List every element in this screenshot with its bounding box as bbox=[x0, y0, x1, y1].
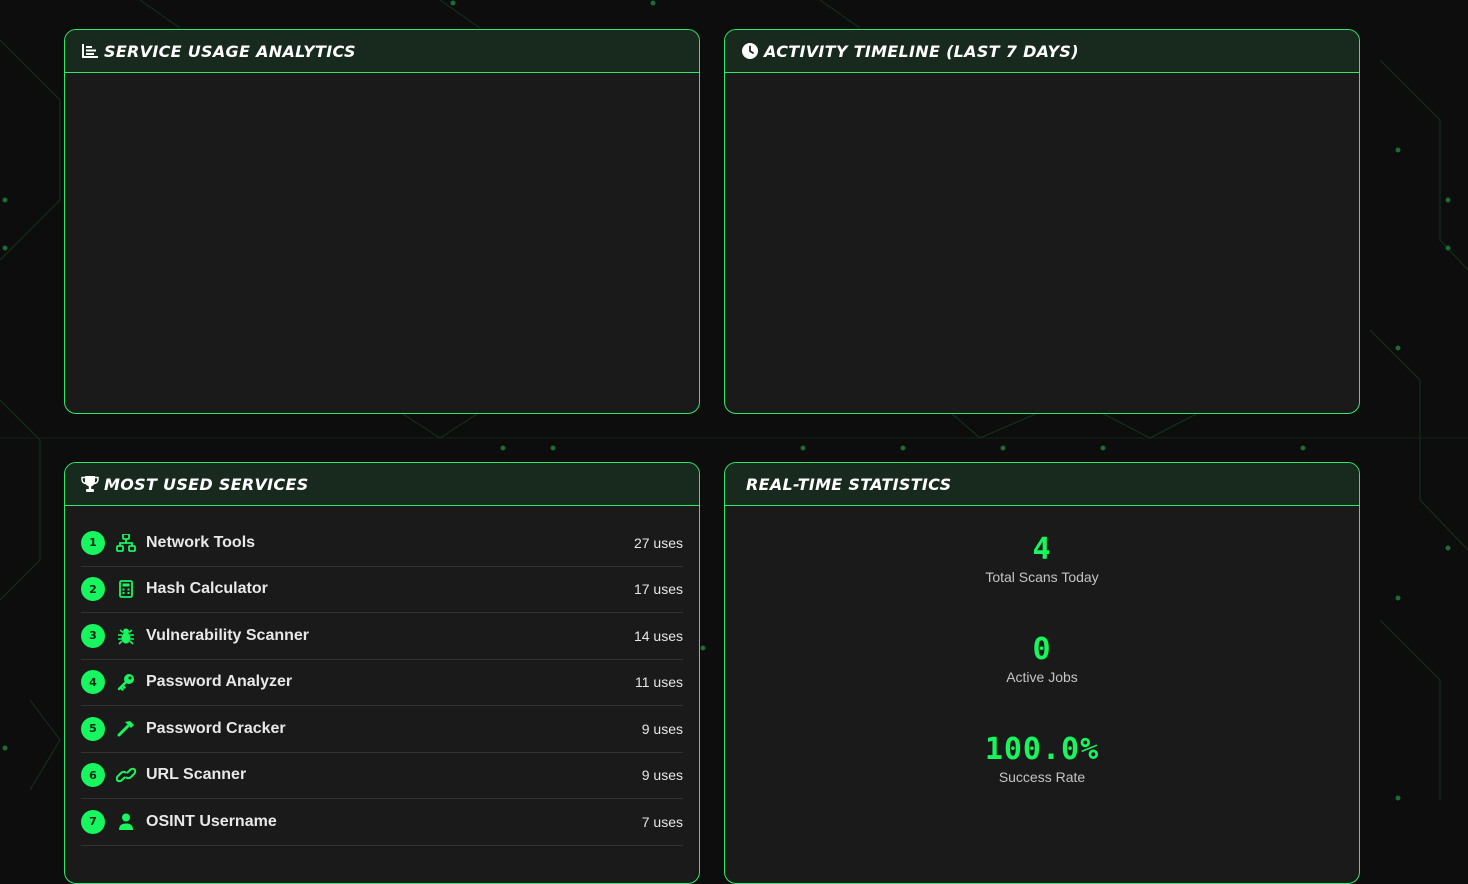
real-time-statistics-header: Real-Time Statistics bbox=[725, 463, 1359, 506]
service-name: URL Scanner bbox=[146, 766, 247, 784]
real-time-statistics-title: Real-Time Statistics bbox=[746, 474, 952, 494]
list-item[interactable]: 4 Password Analyzer 11 uses bbox=[81, 660, 683, 706]
bug-icon bbox=[116, 626, 136, 646]
real-time-statistics-panel: Real-Time Statistics 4 Total Scans Today… bbox=[724, 462, 1360, 884]
service-name: Vulnerability Scanner bbox=[146, 626, 310, 644]
stat-label: Total Scans Today bbox=[985, 569, 1099, 585]
service-usage-title: Service Usage Analytics bbox=[104, 41, 356, 61]
calculator-icon bbox=[116, 579, 136, 599]
rank-badge: 2 bbox=[81, 577, 105, 602]
rank-badge: 5 bbox=[81, 716, 105, 741]
rank-badge: 1 bbox=[81, 530, 105, 555]
activity-timeline-panel: Activity Timeline (Last 7 Days) bbox=[724, 29, 1360, 414]
service-uses: 27 uses bbox=[633, 534, 683, 551]
service-usage-panel: Service Usage Analytics bbox=[64, 29, 700, 414]
list-item[interactable]: 6 URL Scanner 9 uses bbox=[81, 753, 683, 799]
stat-total-scans: 4 Total Scans Today bbox=[725, 532, 1359, 586]
stat-value: 100.0% bbox=[984, 732, 1100, 767]
stat-label: Active Jobs bbox=[1006, 669, 1078, 685]
stat-value: 0 bbox=[1032, 632, 1052, 667]
service-name: Password Cracker bbox=[146, 719, 286, 737]
service-usage-header: Service Usage Analytics bbox=[65, 30, 699, 73]
list-item[interactable]: 3 Vulnerability Scanner 14 uses bbox=[81, 613, 683, 660]
link-icon bbox=[116, 765, 136, 785]
service-uses: 7 uses bbox=[641, 813, 683, 830]
service-uses: 9 uses bbox=[641, 720, 683, 737]
services-list: 1 Network Tools 27 uses 2 Hash Calculato… bbox=[65, 506, 699, 846]
service-usage-chart-area bbox=[65, 73, 699, 412]
key-icon bbox=[116, 672, 136, 692]
service-name: Hash Calculator bbox=[146, 580, 268, 598]
hammer-icon bbox=[116, 719, 136, 739]
list-item[interactable]: 1 Network Tools 27 uses bbox=[81, 520, 683, 567]
list-item[interactable]: 5 Password Cracker 9 uses bbox=[81, 706, 683, 753]
list-item[interactable]: 2 Hash Calculator 17 uses bbox=[81, 567, 683, 613]
list-item[interactable]: 7 OSINT Username 7 uses bbox=[81, 799, 683, 846]
rank-badge: 7 bbox=[81, 809, 105, 834]
user-icon bbox=[116, 812, 136, 832]
stat-value: 4 bbox=[1032, 532, 1052, 567]
stat-active-jobs: 0 Active Jobs bbox=[725, 632, 1359, 686]
activity-timeline-chart-area bbox=[725, 73, 1359, 412]
most-used-services-title: Most Used Services bbox=[104, 474, 309, 494]
service-name: Password Analyzer bbox=[146, 673, 293, 691]
activity-timeline-title: Activity Timeline (Last 7 Days) bbox=[764, 41, 1079, 61]
stat-success-rate: 100.0% Success Rate bbox=[725, 732, 1359, 786]
stat-label: Success Rate bbox=[998, 769, 1086, 785]
rank-badge: 6 bbox=[81, 763, 105, 788]
most-used-services-header: Most Used Services bbox=[65, 463, 699, 506]
service-uses: 11 uses bbox=[635, 674, 683, 691]
service-name: OSINT Username bbox=[146, 812, 277, 830]
most-used-services-panel: Most Used Services 1 Network Tools 27 us… bbox=[64, 462, 700, 884]
activity-timeline-header: Activity Timeline (Last 7 Days) bbox=[725, 30, 1359, 73]
rank-badge: 3 bbox=[81, 623, 105, 648]
service-uses: 17 uses bbox=[633, 581, 683, 598]
network-icon bbox=[116, 533, 136, 553]
chart-bar-icon bbox=[81, 42, 99, 60]
clock-icon bbox=[741, 42, 759, 60]
trophy-icon bbox=[81, 475, 99, 493]
service-name: Network Tools bbox=[146, 533, 256, 551]
rank-badge: 4 bbox=[81, 670, 105, 695]
service-uses: 14 uses bbox=[633, 627, 683, 644]
service-uses: 9 uses bbox=[641, 767, 683, 784]
